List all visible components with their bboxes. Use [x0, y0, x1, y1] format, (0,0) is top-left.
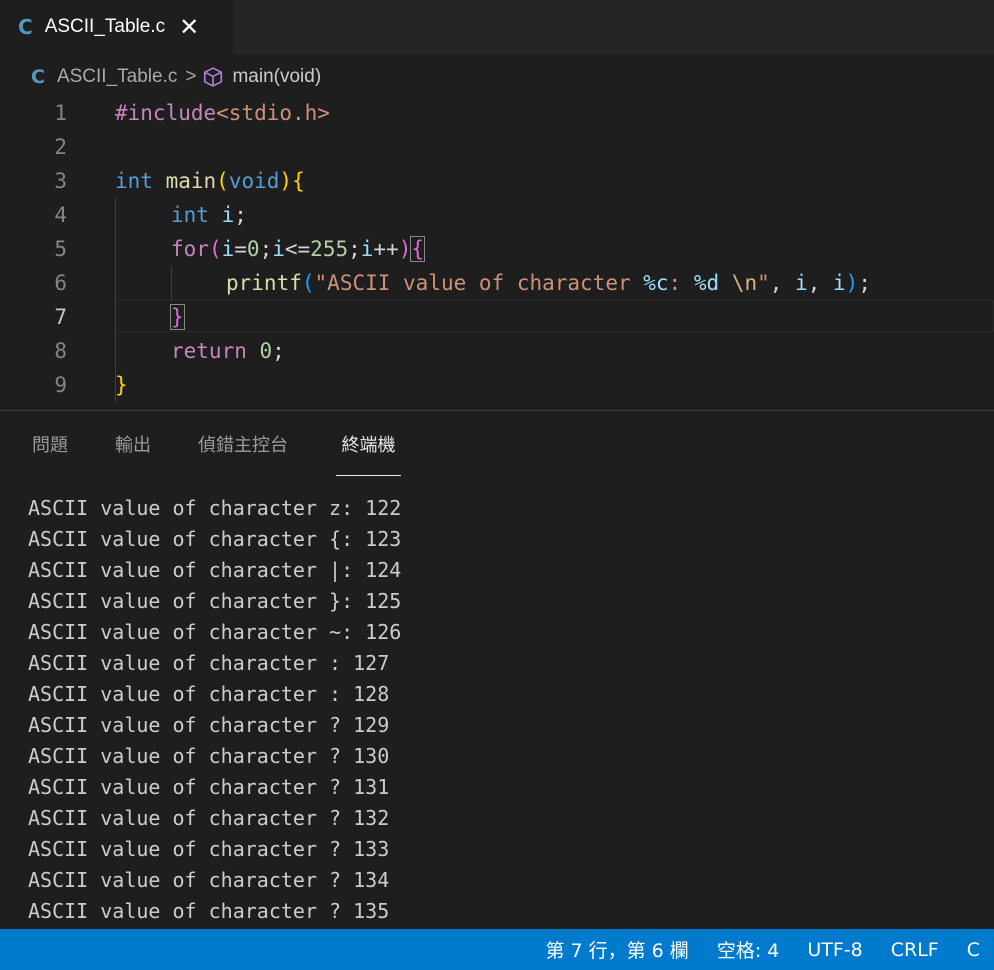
terminal-line: ASCII value of character ? 132 — [28, 806, 390, 830]
terminal-line: ASCII value of character : 127 — [28, 651, 390, 675]
encoding-setting[interactable]: UTF-8 — [807, 939, 862, 961]
tab-output[interactable]: 輸出 — [115, 431, 151, 475]
code-text: for(i=0;i<=255;i++){ — [171, 236, 426, 262]
line-number: 8 — [54, 339, 67, 363]
code-text: } — [115, 373, 128, 397]
line-number: 6 — [54, 271, 67, 295]
language-mode[interactable]: C — [967, 939, 980, 961]
code-line[interactable]: 8 return 0; — [0, 334, 994, 368]
terminal-line: ASCII value of character }: 125 — [28, 589, 402, 613]
code-text: int main(void){ — [115, 169, 305, 193]
eol-setting[interactable]: CRLF — [891, 939, 939, 961]
terminal-line: ASCII value of character ? 133 — [28, 837, 390, 861]
cube-icon — [204, 67, 223, 87]
terminal-output[interactable]: ASCII value of character z: 122 ASCII va… — [28, 493, 988, 927]
tab-problems[interactable]: 問題 — [32, 431, 68, 475]
terminal-line: ASCII value of character z: 122 — [28, 496, 402, 520]
line-number: 1 — [54, 101, 67, 125]
breadcrumb-function[interactable]: main(void) — [232, 66, 321, 88]
line-number: 5 — [54, 237, 67, 261]
breadcrumb-file[interactable]: ASCII_Table.c — [57, 66, 177, 88]
editor-tab-strip: C ASCII_Table.c ✕ — [0, 0, 994, 54]
terminal-line: ASCII value of character ? 131 — [28, 775, 390, 799]
line-number: 9 — [54, 373, 67, 397]
code-text: } — [170, 300, 185, 334]
tab-ascii-table-c[interactable]: C ASCII_Table.c ✕ — [0, 0, 233, 54]
chevron-right-icon: > — [185, 66, 197, 87]
code-text: return 0; — [171, 339, 285, 363]
code-text: printf("ASCII value of character %c: %d … — [226, 271, 871, 295]
code-editor[interactable]: 1 #include<stdio.h> 2 3 int main(void){ … — [0, 96, 994, 410]
terminal-line: ASCII value of character {: 123 — [28, 527, 402, 551]
terminal-line: ASCII value of character ? 135 — [28, 899, 390, 923]
breadcrumb: C ASCII_Table.c > main(void) — [31, 61, 321, 93]
code-line[interactable]: 5 for(i=0;i<=255;i++){ — [0, 232, 994, 266]
terminal-line: ASCII value of character |: 124 — [28, 558, 402, 582]
indentation-setting[interactable]: 空格: 4 — [717, 936, 780, 963]
terminal-line: ASCII value of character ? 129 — [28, 713, 390, 737]
line-number: 7 — [54, 305, 67, 329]
matched-bracket: } — [170, 304, 185, 330]
code-line[interactable]: 3 int main(void){ — [0, 164, 994, 198]
cursor-position[interactable]: 第 7 行，第 6 欄 — [545, 936, 688, 963]
tab-terminal[interactable]: 終端機 — [336, 431, 401, 476]
terminal-line: ASCII value of character ? 130 — [28, 744, 390, 768]
code-text: #include<stdio.h> — [115, 101, 330, 125]
terminal-line: ASCII value of character : 128 — [28, 682, 390, 706]
line-number: 2 — [54, 135, 67, 159]
matched-bracket: { — [410, 236, 426, 262]
code-line[interactable]: 2 — [0, 130, 994, 164]
c-language-icon: C — [18, 15, 33, 39]
tab-debug-console[interactable]: 偵錯主控台 — [198, 431, 288, 475]
code-line[interactable]: 4 int i; — [0, 198, 994, 232]
terminal-line: ASCII value of character ? 134 — [28, 868, 390, 892]
panel-tab-bar: 問題 輸出 偵錯主控台 終端機 — [0, 411, 994, 477]
tab-title[interactable]: ASCII_Table.c — [45, 16, 165, 38]
line-number: 3 — [54, 169, 67, 193]
code-line[interactable]: 6 printf("ASCII value of character %c: %… — [0, 266, 994, 300]
c-language-icon: C — [31, 66, 45, 88]
code-line[interactable]: 1 #include<stdio.h> — [0, 96, 994, 130]
close-icon[interactable]: ✕ — [179, 15, 199, 39]
line-number: 4 — [54, 203, 67, 227]
code-line[interactable]: 7 } — [0, 300, 994, 334]
terminal-line: ASCII value of character ~: 126 — [28, 620, 402, 644]
status-bar: 第 7 行，第 6 欄 空格: 4 UTF-8 CRLF C — [0, 929, 994, 970]
code-text: int i; — [171, 203, 247, 227]
code-line[interactable]: 9 } — [0, 368, 994, 402]
